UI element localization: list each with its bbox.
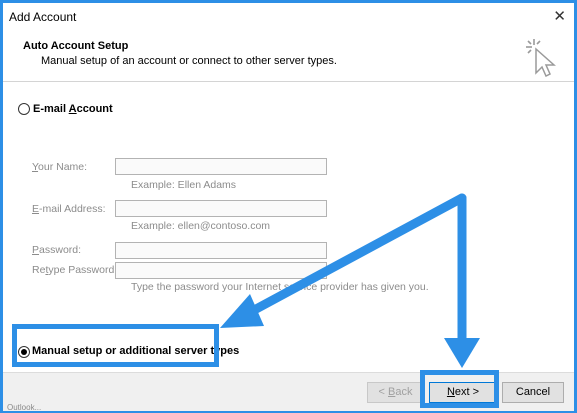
cancel-button[interactable]: Cancel: [502, 382, 564, 403]
retype-password-field[interactable]: [115, 262, 327, 279]
back-button[interactable]: < Back: [367, 382, 424, 403]
password-field[interactable]: [115, 242, 327, 259]
status-text: Outlook...: [7, 403, 42, 412]
close-icon[interactable]: ✕: [553, 7, 566, 25]
window-title: Add Account: [9, 10, 77, 24]
email-address-field[interactable]: [115, 200, 327, 217]
email-address-label: E-mail Address:: [32, 203, 106, 215]
password-hint: Type the password your Internet service …: [131, 281, 429, 293]
header: Auto Account Setup Manual setup of an ac…: [3, 31, 574, 82]
your-name-field[interactable]: [115, 158, 327, 175]
your-name-label: Your Name:: [32, 161, 88, 173]
email-hint: Example: ellen@contoso.com: [131, 220, 271, 232]
email-account-radio[interactable]: [18, 103, 30, 115]
password-label: Password:: [32, 244, 82, 256]
next-button-highlight: [420, 370, 499, 408]
email-account-label[interactable]: E-mail Account: [33, 103, 113, 115]
manual-setup-highlight: [12, 324, 219, 367]
wizard-cursor-icon: [526, 39, 556, 77]
your-name-hint: Example: Ellen Adams: [131, 179, 237, 191]
retype-password-label: Retype Password:: [32, 264, 118, 276]
page-title: Auto Account Setup: [23, 40, 129, 52]
title-bar: Add Account ✕: [3, 3, 574, 31]
page-subtitle: Manual setup of an account or connect to…: [41, 55, 337, 67]
